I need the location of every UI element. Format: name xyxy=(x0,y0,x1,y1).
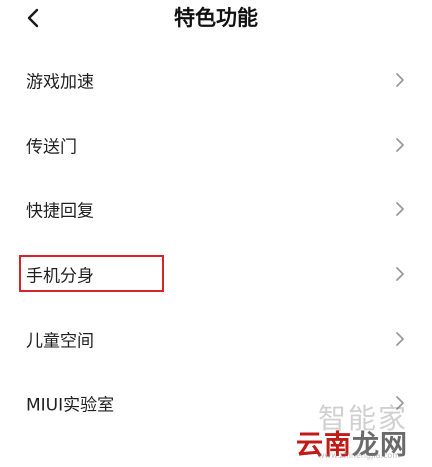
chevron-right-icon xyxy=(396,137,404,152)
page-title: 特色功能 xyxy=(174,6,258,30)
list-item-label: 手机分身 xyxy=(26,266,94,287)
list-item-label: MIUI实验室 xyxy=(26,395,115,416)
chevron-right-icon xyxy=(396,331,404,346)
list-item-label: 传送门 xyxy=(26,137,77,158)
list-item-game-boost[interactable]: 游戏加速 xyxy=(0,48,432,113)
chevron-right-icon xyxy=(396,202,404,217)
list-item-quick-reply[interactable]: 快捷回复 xyxy=(0,177,432,242)
list-item-label: 儿童空间 xyxy=(26,331,94,352)
list-item-label: 游戏加速 xyxy=(26,72,94,93)
watermark-url: www.zhinengjia.com xyxy=(318,451,401,460)
chevron-right-icon xyxy=(396,73,404,88)
list-item-kids-space[interactable]: 儿童空间 xyxy=(0,306,432,371)
chevron-right-icon xyxy=(396,267,404,281)
list-item-label: 快捷回复 xyxy=(26,201,94,222)
feature-list: 游戏加速 传送门 快捷回复 手机分身 儿童空间 MIUI实验室 xyxy=(0,48,432,436)
header-bar: 特色功能 xyxy=(0,0,432,36)
list-item-portal[interactable]: 传送门 xyxy=(0,113,432,178)
list-item-dual-apps[interactable]: 手机分身 xyxy=(0,242,432,307)
